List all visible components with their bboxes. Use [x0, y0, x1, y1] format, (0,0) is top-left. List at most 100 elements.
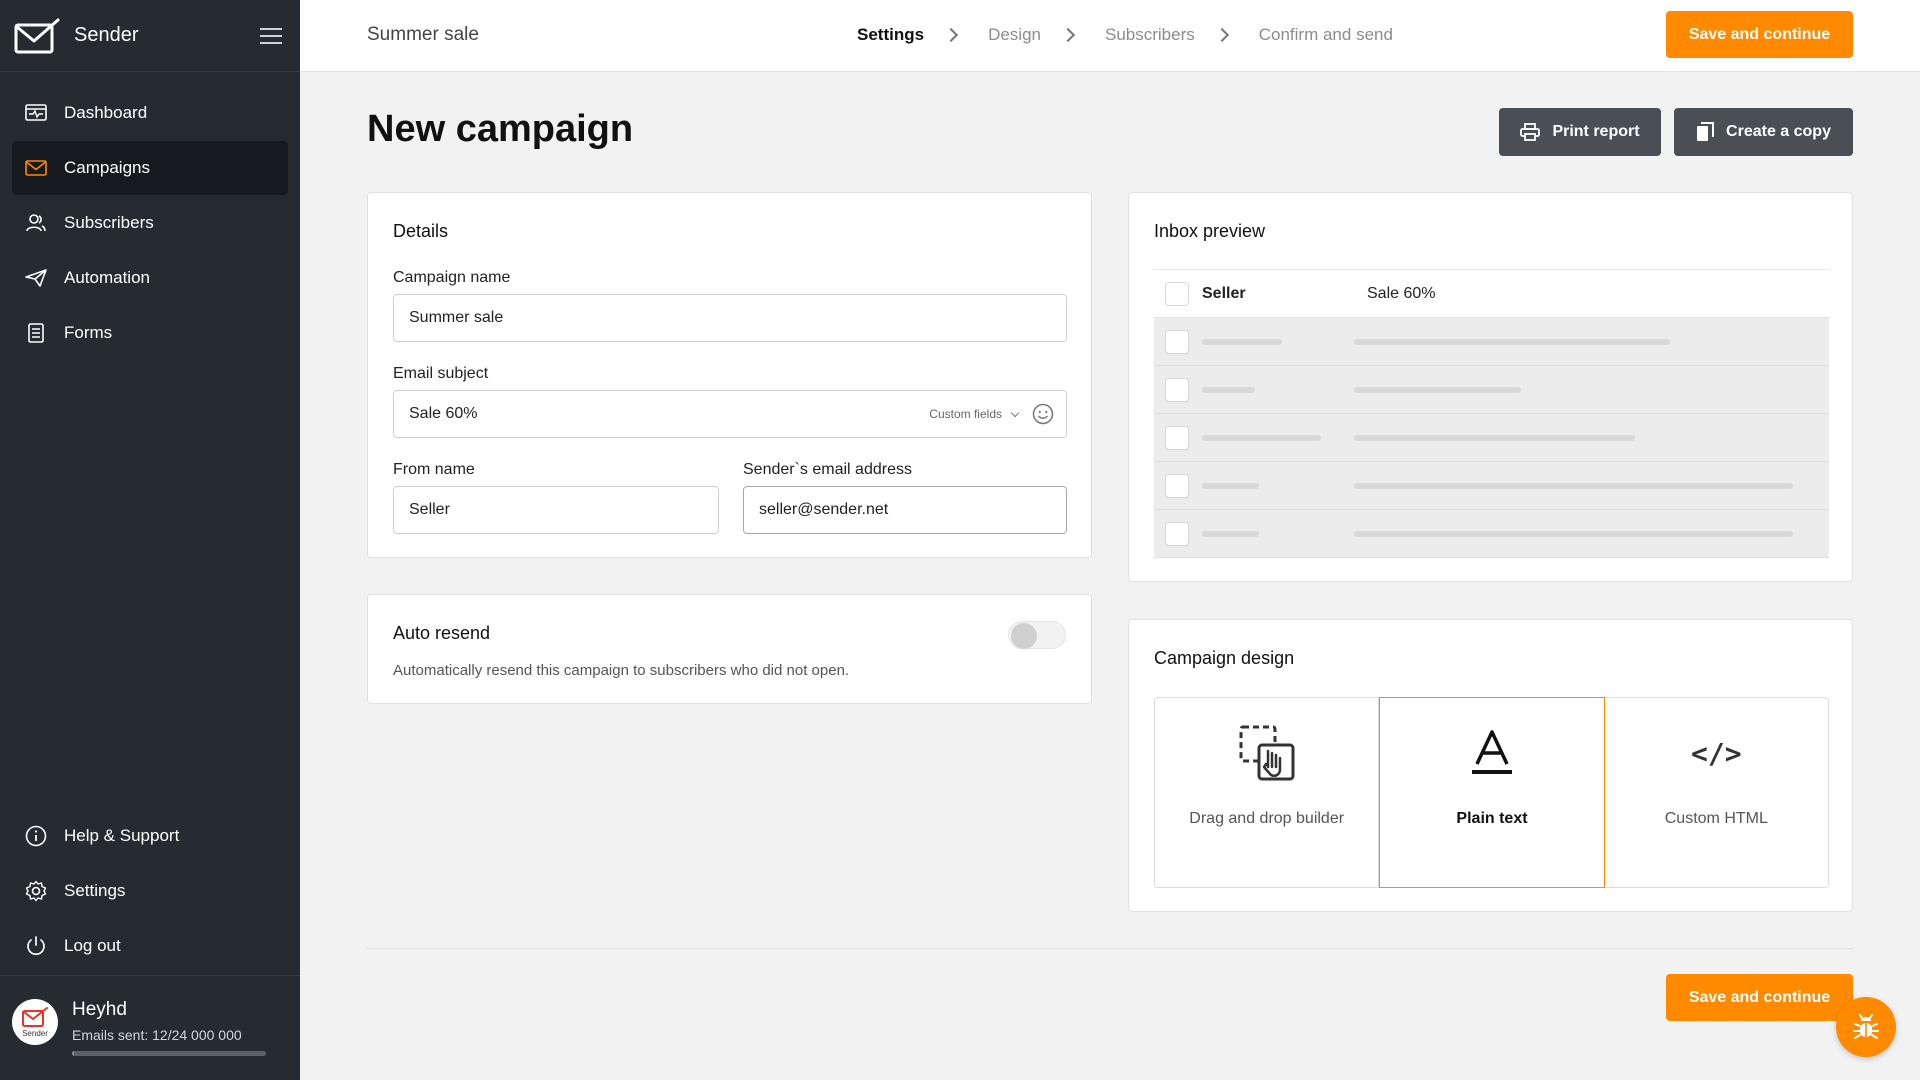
print-report-label: Print report — [1552, 123, 1640, 140]
bug-icon — [1853, 1014, 1879, 1039]
emoji-picker-icon[interactable] — [1032, 403, 1054, 425]
dashboard-icon — [24, 101, 48, 125]
design-option-custom-html[interactable]: </> Custom HTML — [1605, 698, 1828, 887]
top-bar: Summer sale Settings Design Subscribers … — [300, 0, 1920, 72]
avatar: Sender — [12, 999, 58, 1045]
placeholder-bar — [1202, 434, 1321, 441]
custom-fields-dropdown[interactable]: Custom fields — [929, 407, 1032, 421]
inbox-preview-card: Inbox preview Seller Sale 60% — [1128, 192, 1853, 582]
create-copy-label: Create a copy — [1726, 123, 1831, 140]
inbox-placeholder-row — [1154, 318, 1829, 366]
placeholder-bar — [1354, 386, 1521, 393]
power-icon — [24, 934, 48, 958]
design-option-plain-text[interactable]: Plain text — [1379, 697, 1605, 888]
design-options: Drag and drop builder Plain text </> Cus… — [1154, 697, 1829, 888]
auto-resend-description: Automatically resend this campaign to su… — [393, 662, 850, 679]
sender-email-input[interactable]: seller@sender.net — [743, 486, 1067, 534]
sender-logo-icon — [14, 18, 60, 53]
wizard-steps: Settings Design Subscribers Confirm and … — [857, 25, 1393, 45]
campaign-name-value: Summer sale — [409, 309, 504, 326]
inbox-row-checkbox — [1165, 473, 1189, 498]
auto-resend-toggle[interactable] — [1008, 621, 1066, 649]
paper-plane-icon — [24, 266, 48, 290]
inbox-placeholder-row — [1154, 510, 1829, 558]
code-icon: </> — [1691, 736, 1742, 770]
step-design[interactable]: Design — [988, 25, 1041, 45]
placeholder-bar — [1354, 338, 1670, 345]
usage-bar-fill — [72, 1051, 74, 1056]
save-and-continue-button[interactable]: Save and continue — [1666, 11, 1853, 58]
sidebar-item-dashboard[interactable]: Dashboard — [12, 86, 288, 140]
sidebar-item-subscribers[interactable]: Subscribers — [12, 196, 288, 250]
sidebar-item-label: Subscribers — [64, 213, 154, 232]
auto-resend-card: Auto resend Automatically resend this ca… — [367, 594, 1092, 704]
sidebar-item-forms[interactable]: Forms — [12, 306, 288, 360]
sidebar-item-automation[interactable]: Automation — [12, 251, 288, 305]
user-profile[interactable]: Sender Heyhd Emails sent: 12/24 000 000 — [12, 999, 266, 1056]
sidebar-item-label: Campaigns — [64, 158, 150, 177]
email-subject-input[interactable]: Sale 60% Custom fields — [393, 390, 1067, 438]
sender-logo-icon — [22, 1007, 48, 1027]
auto-resend-title: Auto resend — [393, 623, 491, 643]
inbox-row-checkbox — [1165, 425, 1189, 450]
placeholder-bar — [1202, 530, 1259, 537]
placeholder-bar — [1354, 530, 1793, 537]
usage-bar — [72, 1051, 266, 1056]
chevron-right-icon — [1214, 27, 1229, 43]
email-subject-label: Email subject — [393, 365, 489, 382]
create-copy-button[interactable]: Create a copy — [1674, 108, 1853, 156]
step-confirm-and-send[interactable]: Confirm and send — [1259, 25, 1393, 45]
placeholder-bar — [1354, 482, 1793, 489]
placeholder-bar — [1202, 338, 1282, 345]
design-option-label: Plain text — [1456, 810, 1528, 827]
toggle-knob — [1011, 623, 1037, 649]
sender-email-value: seller@sender.net — [759, 501, 889, 518]
drag-drop-icon — [1239, 725, 1295, 781]
inbox-row: Seller Sale 60% — [1154, 270, 1829, 318]
sidebar: Sender Dashboard Campaigns Subscribers A… — [0, 0, 300, 1080]
print-report-button[interactable]: Print report — [1499, 108, 1661, 156]
inbox-row-checkbox — [1165, 377, 1189, 402]
design-option-drag-and-drop[interactable]: Drag and drop builder — [1155, 698, 1380, 887]
page-title: New campaign — [367, 108, 634, 150]
inbox-row-subject: Sale 60% — [1367, 284, 1436, 302]
placeholder-bar — [1202, 482, 1259, 489]
menu-toggle-icon[interactable] — [260, 23, 282, 49]
copy-icon — [1696, 122, 1715, 142]
sidebar-item-label: Dashboard — [64, 103, 148, 122]
email-subject-value: Sale 60% — [409, 405, 478, 422]
save-and-continue-button[interactable]: Save and continue — [1666, 974, 1853, 1021]
user-name: Heyhd — [72, 999, 127, 1020]
avatar-text: Sender — [22, 1029, 48, 1038]
sidebar-item-campaigns[interactable]: Campaigns — [12, 141, 288, 195]
campaign-design-title: Campaign design — [1154, 648, 1295, 668]
sidebar-item-label: Log out — [64, 936, 121, 955]
emails-sent: Emails sent: 12/24 000 000 — [72, 1027, 242, 1043]
from-name-input[interactable]: Seller — [393, 486, 719, 534]
step-settings[interactable]: Settings — [857, 25, 924, 45]
inbox-row-checkbox — [1165, 329, 1189, 354]
step-subscribers[interactable]: Subscribers — [1105, 25, 1195, 45]
sidebar-nav: Dashboard Campaigns Subscribers Automati… — [0, 72, 300, 360]
inbox-list: Seller Sale 60% — [1154, 269, 1829, 558]
sidebar-item-label: Forms — [64, 323, 113, 342]
campaign-name-label: Campaign name — [393, 269, 511, 286]
sidebar-item-logout[interactable]: Log out — [12, 919, 288, 973]
design-option-label: Custom HTML — [1664, 810, 1768, 827]
placeholder-bar — [1354, 434, 1635, 441]
inbox-placeholder-row — [1154, 462, 1829, 510]
details-card: Details Campaign name Summer sale Email … — [367, 192, 1092, 558]
footer-divider — [367, 948, 1853, 949]
campaign-design-card: Campaign design Drag and drop builder Pl… — [1128, 619, 1853, 912]
sidebar-item-settings[interactable]: Settings — [12, 864, 288, 918]
bug-report-button[interactable] — [1836, 997, 1896, 1057]
campaign-name-input[interactable]: Summer sale — [393, 294, 1067, 342]
from-name-value: Seller — [409, 501, 450, 518]
brand[interactable]: Sender — [0, 0, 300, 72]
user-info: Heyhd Emails sent: 12/24 000 000 — [72, 999, 266, 1056]
sidebar-item-help[interactable]: Help & Support — [12, 809, 288, 863]
campaign-title: Summer sale — [367, 24, 479, 45]
inbox-row-from: Seller — [1202, 284, 1246, 302]
form-icon — [24, 321, 48, 345]
sidebar-bottom-nav: Help & Support Settings Log out — [0, 808, 300, 974]
